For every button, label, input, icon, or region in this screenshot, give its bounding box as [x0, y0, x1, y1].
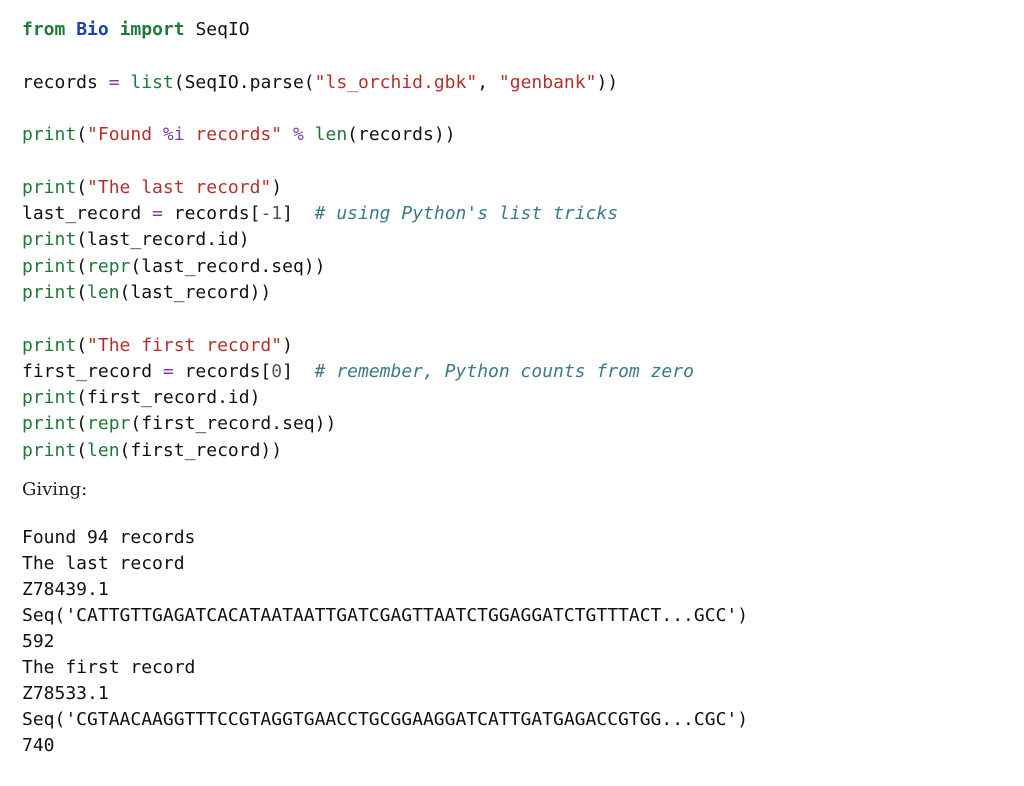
- string-format: "genbank": [498, 71, 597, 93]
- index-zero: 0: [271, 360, 283, 382]
- open-paren: (: [76, 255, 88, 277]
- open-paren: (: [76, 439, 88, 461]
- code-line-print-first-heading: print("The first record"): [22, 333, 694, 359]
- imported-name: SeqIO: [195, 19, 250, 40]
- builtin-print: print: [22, 176, 77, 198]
- output-line: The first record: [22, 657, 196, 678]
- code-block: from Bio import SeqIO records = list(Seq…: [22, 17, 694, 464]
- open-paren: (: [76, 281, 88, 303]
- operator-modulo: %: [282, 124, 315, 146]
- output-line: Z78533.1: [22, 683, 109, 704]
- builtin-print: print: [22, 281, 77, 303]
- string-last-record: "The last record": [87, 176, 272, 198]
- variable-last-record: last_record: [22, 203, 142, 225]
- output-line: 740: [22, 735, 55, 756]
- output-line: Seq('CATTGTTGAGATCACATAATAATTGATCGAGTTAA…: [22, 605, 749, 626]
- string-records: records": [184, 124, 283, 146]
- operator-assign: =: [108, 71, 120, 93]
- operator-assign: =: [141, 203, 174, 225]
- builtin-print: print: [22, 229, 77, 251]
- string-first-record: "The first record": [87, 334, 283, 356]
- variable-records: records: [22, 71, 98, 93]
- index-close: ]: [282, 360, 293, 382]
- code-line-records: records = list(SeqIO.parse("ls_orchid.gb…: [22, 70, 694, 96]
- operator-assign: =: [152, 360, 185, 382]
- builtin-repr: repr: [87, 255, 131, 277]
- records-index-open: records[: [184, 360, 272, 382]
- code-line-print-first-id: print(first_record.id): [22, 385, 694, 411]
- builtin-len: len: [314, 124, 348, 146]
- builtin-len: len: [87, 439, 120, 461]
- output-line: Z78439.1: [22, 579, 109, 600]
- open-paren: (: [76, 413, 88, 435]
- builtin-len: len: [87, 281, 120, 303]
- output-line: The last record: [22, 553, 185, 574]
- print-args: (first_record.id): [76, 387, 261, 409]
- repr-args: (last_record.seq)): [130, 255, 326, 277]
- builtin-print: print: [22, 439, 77, 461]
- open-paren: (: [76, 176, 88, 198]
- giving-label: Giving:: [22, 479, 88, 500]
- comment-counts-from-zero: # remember, Python counts from zero: [314, 360, 694, 382]
- document-page: from Bio import SeqIO records = list(Seq…: [22, 0, 1012, 786]
- index-minus-one: -1: [260, 203, 283, 225]
- len-args: (first_record)): [119, 439, 283, 461]
- output-line: 592: [22, 631, 55, 652]
- builtin-print: print: [22, 124, 77, 146]
- code-line-print-last-len: print(len(last_record)): [22, 280, 694, 306]
- code-line-print-last-heading: print("The last record"): [22, 175, 694, 201]
- string-filename: "ls_orchid.gbk": [314, 71, 478, 93]
- open-paren: (: [76, 124, 88, 146]
- string-found: "Found: [87, 124, 163, 146]
- len-args: (records)): [347, 124, 456, 146]
- builtin-print: print: [22, 387, 77, 409]
- code-line-print-found: print("Found %i records" % len(records)): [22, 122, 694, 148]
- code-line-print-first-seq: print(repr(first_record.seq)): [22, 411, 694, 437]
- close-paren: ): [282, 334, 293, 356]
- code-line-last-record-assign: last_record = records[-1] # using Python…: [22, 201, 694, 227]
- output-line: Seq('CGTAACAAGGTTTCCGTAGGTGAACCTGCGGAAGG…: [22, 709, 749, 730]
- builtin-list: list: [130, 71, 174, 93]
- builtin-print: print: [22, 255, 77, 277]
- parse-call: (SeqIO.parse(: [173, 71, 315, 93]
- builtin-print: print: [22, 413, 77, 435]
- records-index-open: records[: [173, 203, 261, 225]
- module-name: Bio: [76, 19, 109, 40]
- index-close: ]: [282, 203, 293, 225]
- builtin-repr: repr: [87, 413, 131, 435]
- variable-first-record: first_record: [22, 360, 153, 382]
- comment-list-tricks: # using Python's list tricks: [314, 203, 619, 225]
- code-line-print-first-len: print(len(first_record)): [22, 438, 694, 464]
- builtin-print: print: [22, 334, 77, 356]
- len-args: (last_record)): [119, 281, 272, 303]
- format-specifier: %i: [162, 124, 185, 146]
- code-line-print-last-seq: print(repr(last_record.seq)): [22, 254, 694, 280]
- keyword-from: from: [22, 19, 66, 40]
- comma: ,: [477, 71, 499, 93]
- repr-args: (first_record.seq)): [130, 413, 337, 435]
- code-line-import: from Bio import SeqIO: [22, 17, 694, 43]
- close-parens: )): [596, 71, 619, 93]
- program-output: Found 94 records The last record Z78439.…: [22, 525, 748, 759]
- close-paren: ): [271, 176, 283, 198]
- output-line: Found 94 records: [22, 527, 196, 548]
- keyword-import: import: [119, 19, 185, 40]
- print-args: (last_record.id): [76, 229, 250, 251]
- code-line-print-last-id: print(last_record.id): [22, 227, 694, 253]
- open-paren: (: [76, 334, 88, 356]
- code-line-first-record-assign: first_record = records[0] # remember, Py…: [22, 359, 694, 385]
